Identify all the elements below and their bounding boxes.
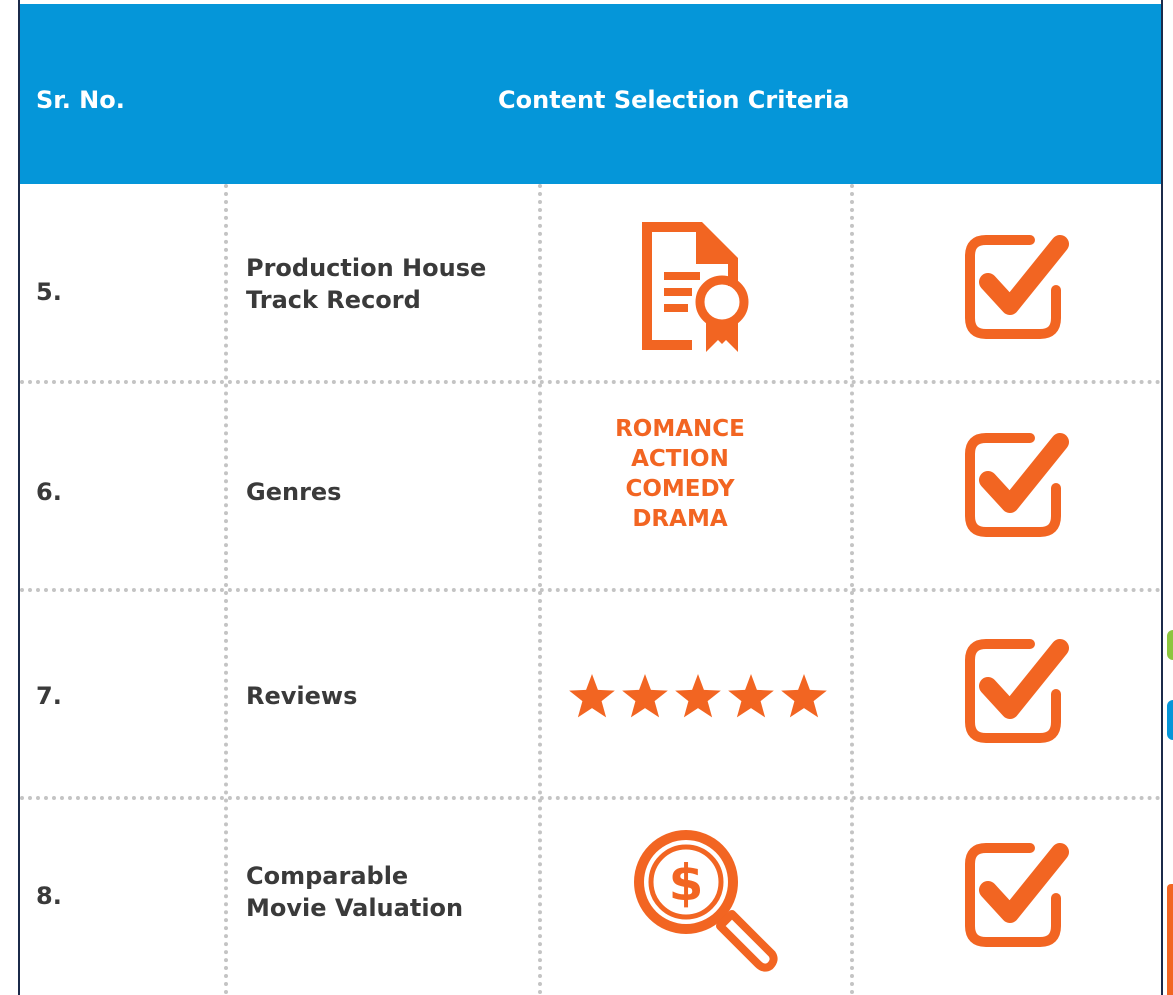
genre-item: ROMANCE (615, 416, 745, 442)
svg-text:$: $ (669, 854, 704, 912)
criterion-line: Production House (246, 254, 487, 282)
criterion-line: Comparable (246, 862, 409, 890)
row-number: 6. (36, 478, 62, 506)
row-criterion: Comparable Movie Valuation (246, 860, 463, 924)
star-icon (675, 674, 721, 718)
checkbox-checked-icon (965, 843, 1069, 947)
row-number: 7. (36, 682, 62, 710)
table-header: Sr. No. Content Selection Criteria (20, 4, 1161, 184)
row-number: 5. (36, 278, 62, 306)
genre-item: ACTION (631, 446, 729, 472)
row-criterion: Production House Track Record (246, 252, 486, 316)
genre-item: COMEDY (625, 476, 735, 502)
row-divider (20, 588, 1161, 592)
criteria-table: Sr. No. Content Selection Criteria 5. Pr… (18, 0, 1163, 995)
row-criterion: Genres (246, 478, 342, 506)
star-icon (622, 674, 668, 718)
star-icon (569, 674, 615, 718)
row-divider (20, 380, 1161, 384)
genre-item: DRAMA (632, 506, 728, 532)
row-number: 8. (36, 882, 62, 910)
genres-list: ROMANCE ACTION COMEDY DRAMA (540, 414, 820, 534)
edge-decoration (1167, 884, 1173, 995)
row-divider (20, 796, 1161, 800)
certificate-icon (632, 214, 762, 354)
edge-decoration (1167, 700, 1173, 740)
header-sr-no: Sr. No. (36, 86, 125, 114)
criterion-line: Movie Valuation (246, 894, 464, 922)
five-stars-icon (568, 672, 830, 720)
criterion-line: Track Record (246, 286, 421, 314)
header-criteria: Content Selection Criteria (498, 86, 850, 114)
row-criterion: Reviews (246, 682, 358, 710)
star-icon (728, 674, 774, 718)
checkbox-checked-icon (965, 235, 1069, 339)
dollar-magnifier-icon: $ (624, 818, 784, 978)
star-icon (781, 674, 827, 718)
edge-decoration (1167, 630, 1173, 660)
checkbox-checked-icon (965, 433, 1069, 537)
checkbox-checked-icon (965, 639, 1069, 743)
